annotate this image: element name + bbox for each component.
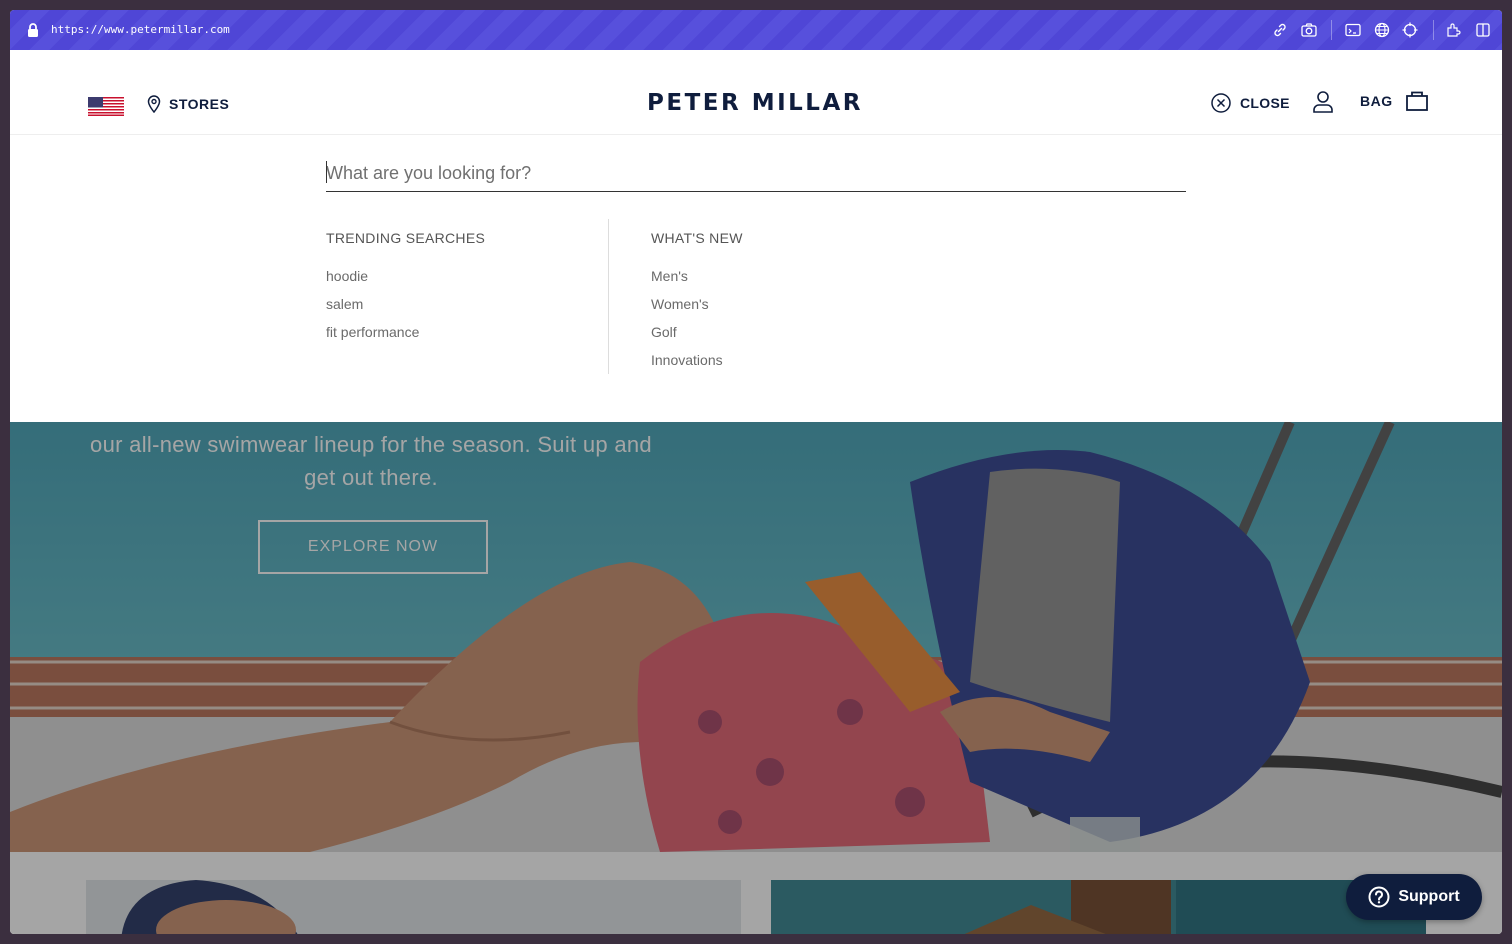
close-label: CLOSE xyxy=(1240,95,1290,111)
promo-photo-left xyxy=(86,880,741,934)
lock-icon xyxy=(28,23,38,37)
trending-title: TRENDING SEARCHES xyxy=(326,230,486,246)
trending-item[interactable]: hoodie xyxy=(326,262,485,290)
stores-label: STORES xyxy=(169,96,230,112)
trending-item[interactable]: salem xyxy=(326,290,485,318)
column-divider xyxy=(608,219,609,374)
shopping-bag-icon xyxy=(1405,91,1428,111)
hero-text: our all-new swimwear lineup for the seas… xyxy=(90,432,652,490)
promo-tile-left[interactable] xyxy=(86,880,741,934)
url-text[interactable]: https://www.petermillar.com xyxy=(51,23,230,36)
map-pin-icon xyxy=(147,95,161,113)
promo-tiles xyxy=(10,852,1502,934)
crosshair-icon[interactable] xyxy=(1401,21,1419,39)
bag-label: BAG xyxy=(1360,93,1393,109)
whats-new-title: WHAT'S NEW xyxy=(651,230,743,246)
bag-button[interactable]: BAG xyxy=(1360,90,1429,112)
globe-icon[interactable] xyxy=(1373,21,1391,39)
close-icon xyxy=(1211,93,1231,113)
browser-url-bar: https://www.petermillar.com xyxy=(10,10,1502,50)
whats-new-item[interactable]: Golf xyxy=(651,318,743,346)
site-header: STORES PETER MILLAR CLOSE BAG xyxy=(10,50,1502,135)
site-logo[interactable]: PETER MILLAR xyxy=(630,90,880,116)
whats-new-item[interactable]: Men's xyxy=(651,262,743,290)
sidebar-icon[interactable] xyxy=(1474,21,1492,39)
trending-searches: TRENDING SEARCHES hoodie salem fit perfo… xyxy=(326,230,485,346)
text-caret xyxy=(326,161,327,183)
stores-link[interactable]: STORES xyxy=(147,95,229,113)
us-flag-icon[interactable] xyxy=(88,97,124,116)
whats-new: WHAT'S NEW Men's Women's Golf Innovation… xyxy=(651,230,743,374)
toolbar-separator xyxy=(1433,20,1434,40)
extension-icon[interactable] xyxy=(1445,21,1463,39)
whats-new-item[interactable]: Innovations xyxy=(651,346,743,374)
trending-item[interactable]: fit performance xyxy=(326,318,485,346)
promo-tile-right[interactable] xyxy=(771,880,1426,934)
browser-window: https://www.petermillar.com STORES PETER… xyxy=(10,10,1502,934)
promo-photo-right xyxy=(771,880,1426,934)
search-input[interactable] xyxy=(326,155,1186,192)
toolbar-separator xyxy=(1331,20,1332,40)
hero-banner: our all-new swimwear lineup for the seas… xyxy=(10,422,1502,852)
terminal-icon[interactable] xyxy=(1344,21,1362,39)
help-icon xyxy=(1368,886,1390,908)
close-search-button[interactable]: CLOSE xyxy=(1210,92,1290,114)
support-button[interactable]: Support xyxy=(1346,874,1482,920)
support-label: Support xyxy=(1398,888,1460,905)
link-icon[interactable] xyxy=(1271,21,1289,39)
search-panel: TRENDING SEARCHES hoodie salem fit perfo… xyxy=(10,135,1502,422)
whats-new-item[interactable]: Women's xyxy=(651,290,743,318)
account-icon[interactable] xyxy=(1312,90,1334,114)
camera-icon[interactable] xyxy=(1300,21,1318,39)
explore-now-button[interactable]: EXPLORE NOW xyxy=(258,520,488,574)
